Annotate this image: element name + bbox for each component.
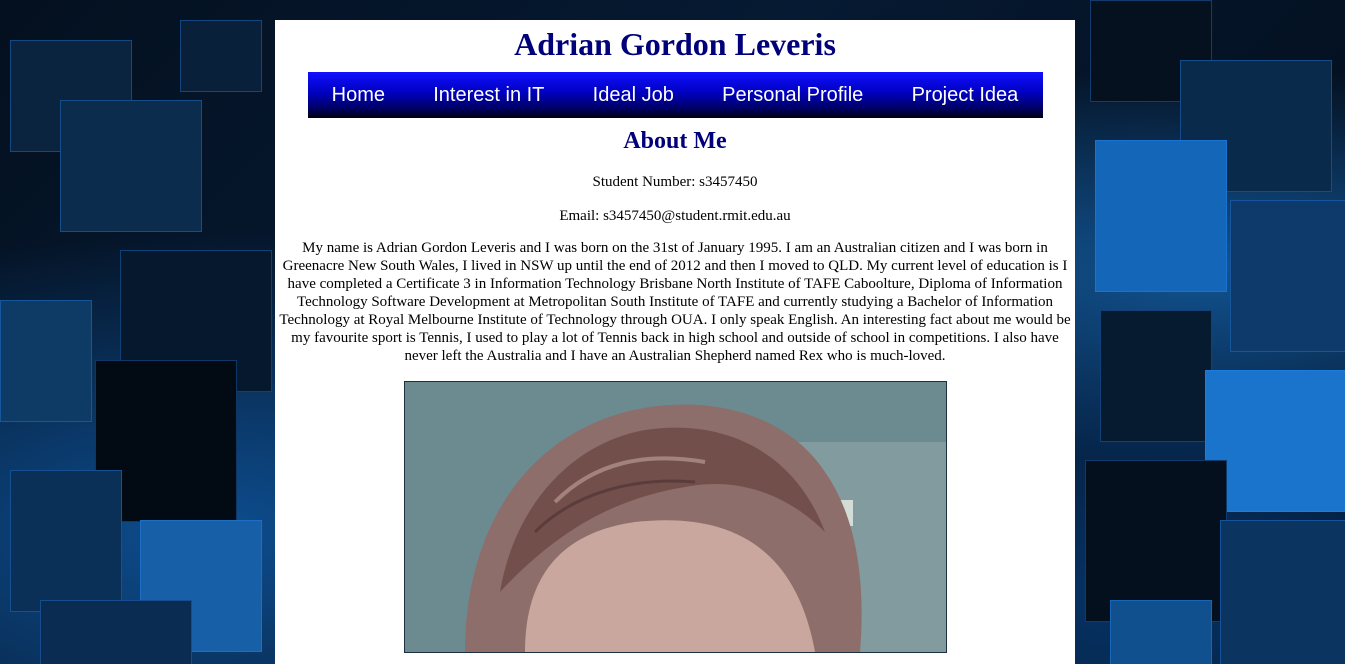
about-heading: About Me	[623, 128, 727, 154]
site-title: Adrian Gordon Leveris	[514, 26, 836, 62]
nav-interest-in-it[interactable]: Interest in IT	[429, 84, 548, 107]
nav-personal-profile[interactable]: Personal Profile	[718, 84, 867, 107]
nav-ideal-job[interactable]: Ideal Job	[589, 84, 678, 107]
student-number: Student Number: s3457450	[592, 174, 758, 190]
profile-photo-graphic	[404, 382, 946, 652]
bio-paragraph: My name is Adrian Gordon Leveris and I w…	[279, 240, 1071, 364]
main-nav: Home Interest in IT Ideal Job Personal P…	[307, 72, 1043, 118]
content-panel: Adrian Gordon Leveris Home Interest in I…	[275, 20, 1075, 664]
email-text: Email: s3457450@student.rmit.edu.au	[559, 208, 791, 224]
profile-photo	[403, 381, 947, 653]
nav-home[interactable]: Home	[328, 84, 389, 107]
nav-project-idea[interactable]: Project Idea	[908, 84, 1023, 107]
